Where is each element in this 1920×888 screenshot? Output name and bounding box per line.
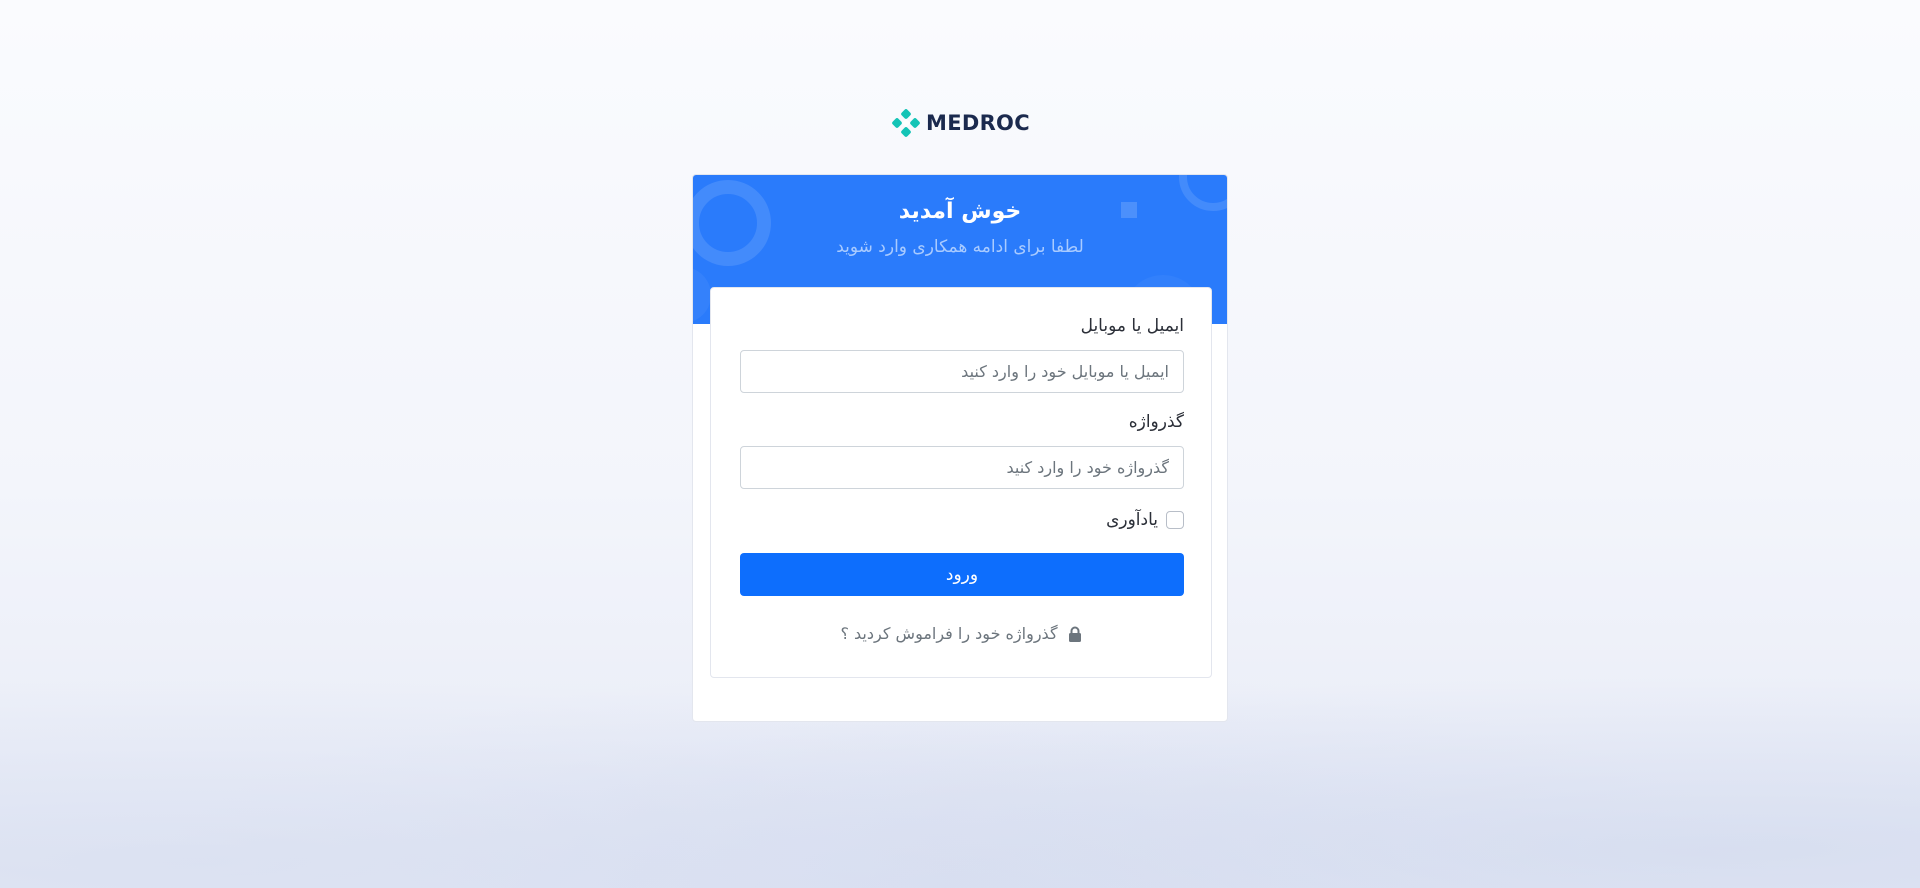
- login-button[interactable]: ورود: [740, 553, 1184, 596]
- remember-me[interactable]: یادآوری: [1106, 510, 1184, 530]
- brand-name: MEDROC: [926, 111, 1030, 135]
- forgot-password-link[interactable]: گذرواژه خود را فراموش کردید ؟: [711, 624, 1211, 643]
- brand-logo[interactable]: MEDROC: [892, 108, 1030, 138]
- login-card: خوش آمدید لطفا برای ادامه همکاری وارد شو…: [692, 174, 1228, 722]
- email-field[interactable]: [740, 350, 1184, 393]
- password-label: گذرواژه: [1128, 412, 1184, 432]
- lock-icon: [1068, 626, 1081, 642]
- welcome-title: خوش آمدید: [898, 199, 1022, 224]
- login-form: ایمیل یا موبایل گذرواژه یادآوری ورود گذر…: [710, 287, 1212, 678]
- email-label: ایمیل یا موبایل: [1080, 316, 1184, 336]
- forgot-password-label: گذرواژه خود را فراموش کردید ؟: [840, 624, 1058, 643]
- password-field[interactable]: [740, 446, 1184, 489]
- remember-checkbox[interactable]: [1166, 511, 1184, 529]
- welcome-subtitle: لطفا برای ادامه همکاری وارد شوید: [836, 237, 1084, 257]
- medroc-logo-icon: [892, 109, 920, 137]
- remember-label: یادآوری: [1106, 510, 1158, 530]
